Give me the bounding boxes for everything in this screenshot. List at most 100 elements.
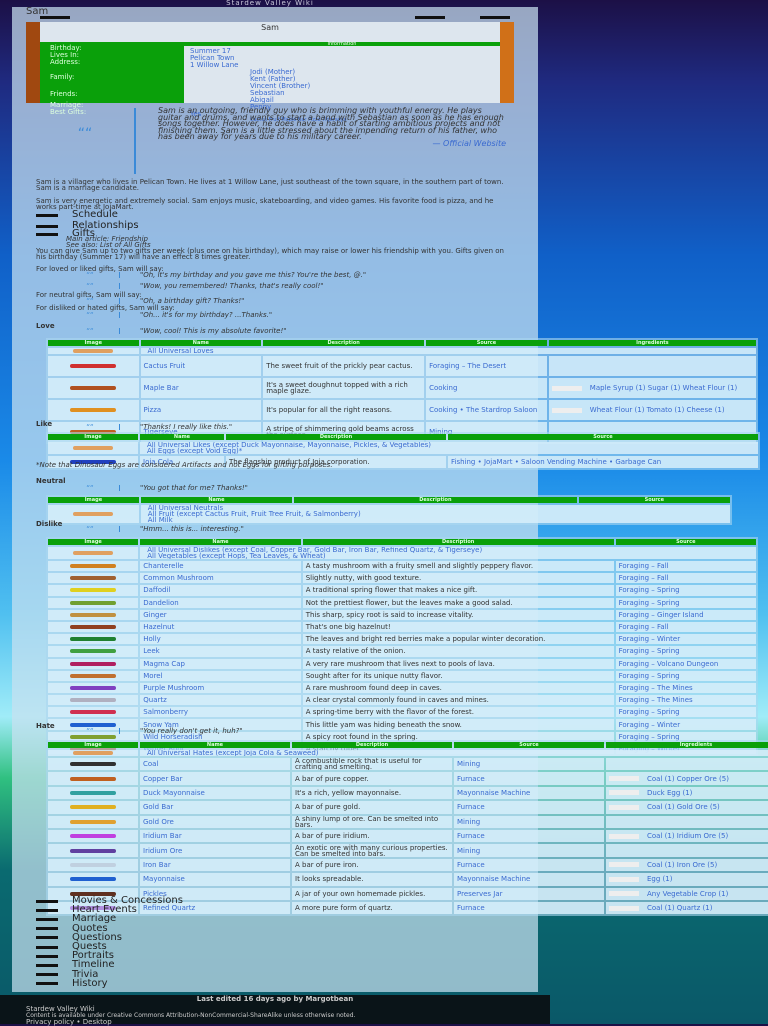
desktop-link[interactable]: Desktop [83,1018,112,1026]
item-name-link[interactable]: Leek [140,646,301,657]
column-header[interactable]: Ingredients [606,742,768,748]
column-header[interactable]: Name [140,340,262,346]
item-name-link[interactable]: Iridium Ore [140,844,290,857]
column-header[interactable]: Name [140,497,293,503]
item-source[interactable]: Fishing • JojaMart • Saloon Vending Mach… [448,456,758,468]
item-name-link[interactable]: Copper Bar [140,772,290,785]
item-name-link[interactable]: Gold Bar [140,801,290,814]
ingredient-list[interactable]: Coal (1) Iridium Ore (5) [647,832,728,840]
column-header[interactable]: Image [48,497,139,503]
item-source[interactable]: Foraging – Fall [615,621,756,633]
column-header[interactable]: Image [48,742,138,748]
item-name-link[interactable]: Duck Mayonnaise [140,786,290,800]
item-name-link[interactable]: Dandelion [140,597,301,608]
section-schedule[interactable]: Schedule [36,210,118,220]
ingredient-list[interactable]: Coal (1) Iron Ore (5) [647,861,717,869]
privacy-link[interactable]: Privacy policy [26,1018,74,1026]
column-header[interactable]: Ingredients [548,340,756,346]
item-name-link[interactable]: Hazelnut [140,621,301,633]
item-name-link[interactable]: Quartz [140,695,301,706]
item-name-link[interactable]: Mayonnaise [140,873,290,886]
item-name-link[interactable]: Iridium Bar [140,829,290,843]
item-name-link[interactable]: Coal [140,758,290,771]
item-source[interactable]: Furnace [454,801,604,814]
column-header[interactable]: Source [615,539,756,545]
column-header[interactable]: Image [48,434,138,440]
site-title[interactable]: Stardew Valley Wiki [0,0,540,7]
item-source[interactable]: Foraging – Ginger Island [615,609,756,620]
column-header[interactable]: Name [140,539,301,545]
column-header[interactable]: Source [454,742,604,748]
column-header[interactable]: Source [426,340,547,346]
item-source[interactable]: Furnace [454,901,604,915]
item-name-link[interactable]: Purple Mushroom [140,682,301,694]
item-name-link[interactable]: Cactus Fruit [140,356,262,376]
column-header[interactable]: Description [263,340,425,346]
item-source[interactable]: Foraging – The Mines [615,682,756,694]
item-source[interactable]: Foraging – Fall [615,573,756,584]
column-header[interactable]: Description [294,497,577,503]
friend-link[interactable]: Abigail [250,97,494,104]
family-link[interactable]: Vincent (Brother) [250,83,494,90]
last-edited[interactable]: Last edited 16 days ago by Margotbean [26,995,524,1003]
item-source[interactable]: Cooking • The Stardrop Saloon [426,400,547,420]
column-header[interactable]: Description [302,539,614,545]
column-header[interactable]: Description [226,434,446,440]
item-name-link[interactable]: Morel [140,670,301,681]
item-source[interactable]: Preserves Jar [454,887,604,900]
item-name-link[interactable]: Gold Ore [140,815,290,828]
item-name-link[interactable]: Pizza [140,400,262,420]
item-name-link[interactable]: Holly [140,634,301,645]
ingredient-list[interactable]: Maple Syrup (1) Sugar (1) Wheat Flour (1… [590,384,737,392]
ingredient-list[interactable]: Coal (1) Gold Ore (5) [647,803,720,811]
column-header[interactable]: Description [292,742,452,748]
item-source[interactable]: Cooking [426,378,547,398]
quote-source[interactable]: — Official Website [158,140,506,148]
item-source[interactable]: Mining [454,758,604,771]
item-source[interactable]: Foraging – Volcano Dungeon [615,658,756,669]
item-name-link[interactable]: Common Mushroom [140,573,301,584]
item-source[interactable]: Foraging – Spring [615,585,756,596]
column-header[interactable]: Source [578,497,730,503]
item-source[interactable]: Foraging – Spring [615,646,756,657]
search-icon[interactable] [415,16,445,19]
item-source[interactable]: Mayonnaise Machine [454,786,604,800]
item-name-link[interactable]: Iron Bar [140,858,290,872]
item-name-link[interactable]: Ginger [140,609,301,620]
item-name-link[interactable]: Magma Cap [140,658,301,669]
universal-gift-link[interactable]: All Universal Hates (except Joja Cola & … [143,750,768,756]
section-history[interactable]: History [36,978,108,989]
column-header[interactable]: Name [140,742,290,748]
item-source[interactable]: Foraging – Fall [615,561,756,572]
column-header[interactable]: Name [140,434,224,440]
item-source[interactable]: Mining [454,815,604,828]
item-source[interactable]: Furnace [454,858,604,872]
item-source[interactable]: Furnace [454,829,604,843]
ingredient-list[interactable]: Duck Egg (1) [647,789,692,797]
item-source[interactable]: Foraging – Spring [615,670,756,681]
universal-gift-link[interactable]: All Eggs (except Void Egg)* [143,448,755,455]
menu-icon[interactable] [40,16,70,19]
friend-link[interactable]: Sebastian [250,90,494,97]
universal-gift-link[interactable]: All Universal Loves [144,348,753,354]
item-source[interactable]: Mining [454,844,604,857]
item-name-link[interactable]: Maple Bar [140,378,262,398]
column-header[interactable]: Image [48,340,139,346]
item-name-link[interactable]: Chanterelle [140,561,301,572]
item-source[interactable]: Foraging – Winter [615,634,756,645]
birthday-value[interactable]: Summer 17 [190,48,494,55]
ingredient-list[interactable]: Coal (1) Copper Ore (5) [647,775,729,783]
item-name-link[interactable]: Salmonberry [140,707,301,718]
item-source[interactable]: Foraging – Spring [615,597,756,608]
item-source[interactable]: Mayonnaise Machine [454,873,604,886]
item-name-link[interactable]: Daffodil [140,585,301,596]
column-header[interactable]: Source [448,434,758,440]
ingredient-list[interactable]: Any Vegetable Crop (1) [647,890,728,898]
item-source[interactable]: Foraging – The Desert [426,356,547,376]
tools-icon[interactable] [480,16,510,19]
ingredient-list[interactable]: Egg (1) [647,875,672,883]
item-source[interactable]: Foraging – The Mines [615,695,756,706]
item-source[interactable]: Foraging – Winter [615,719,756,730]
column-header[interactable]: Image [48,539,139,545]
ingredient-list[interactable]: Coal (1) Quartz (1) [647,904,712,912]
